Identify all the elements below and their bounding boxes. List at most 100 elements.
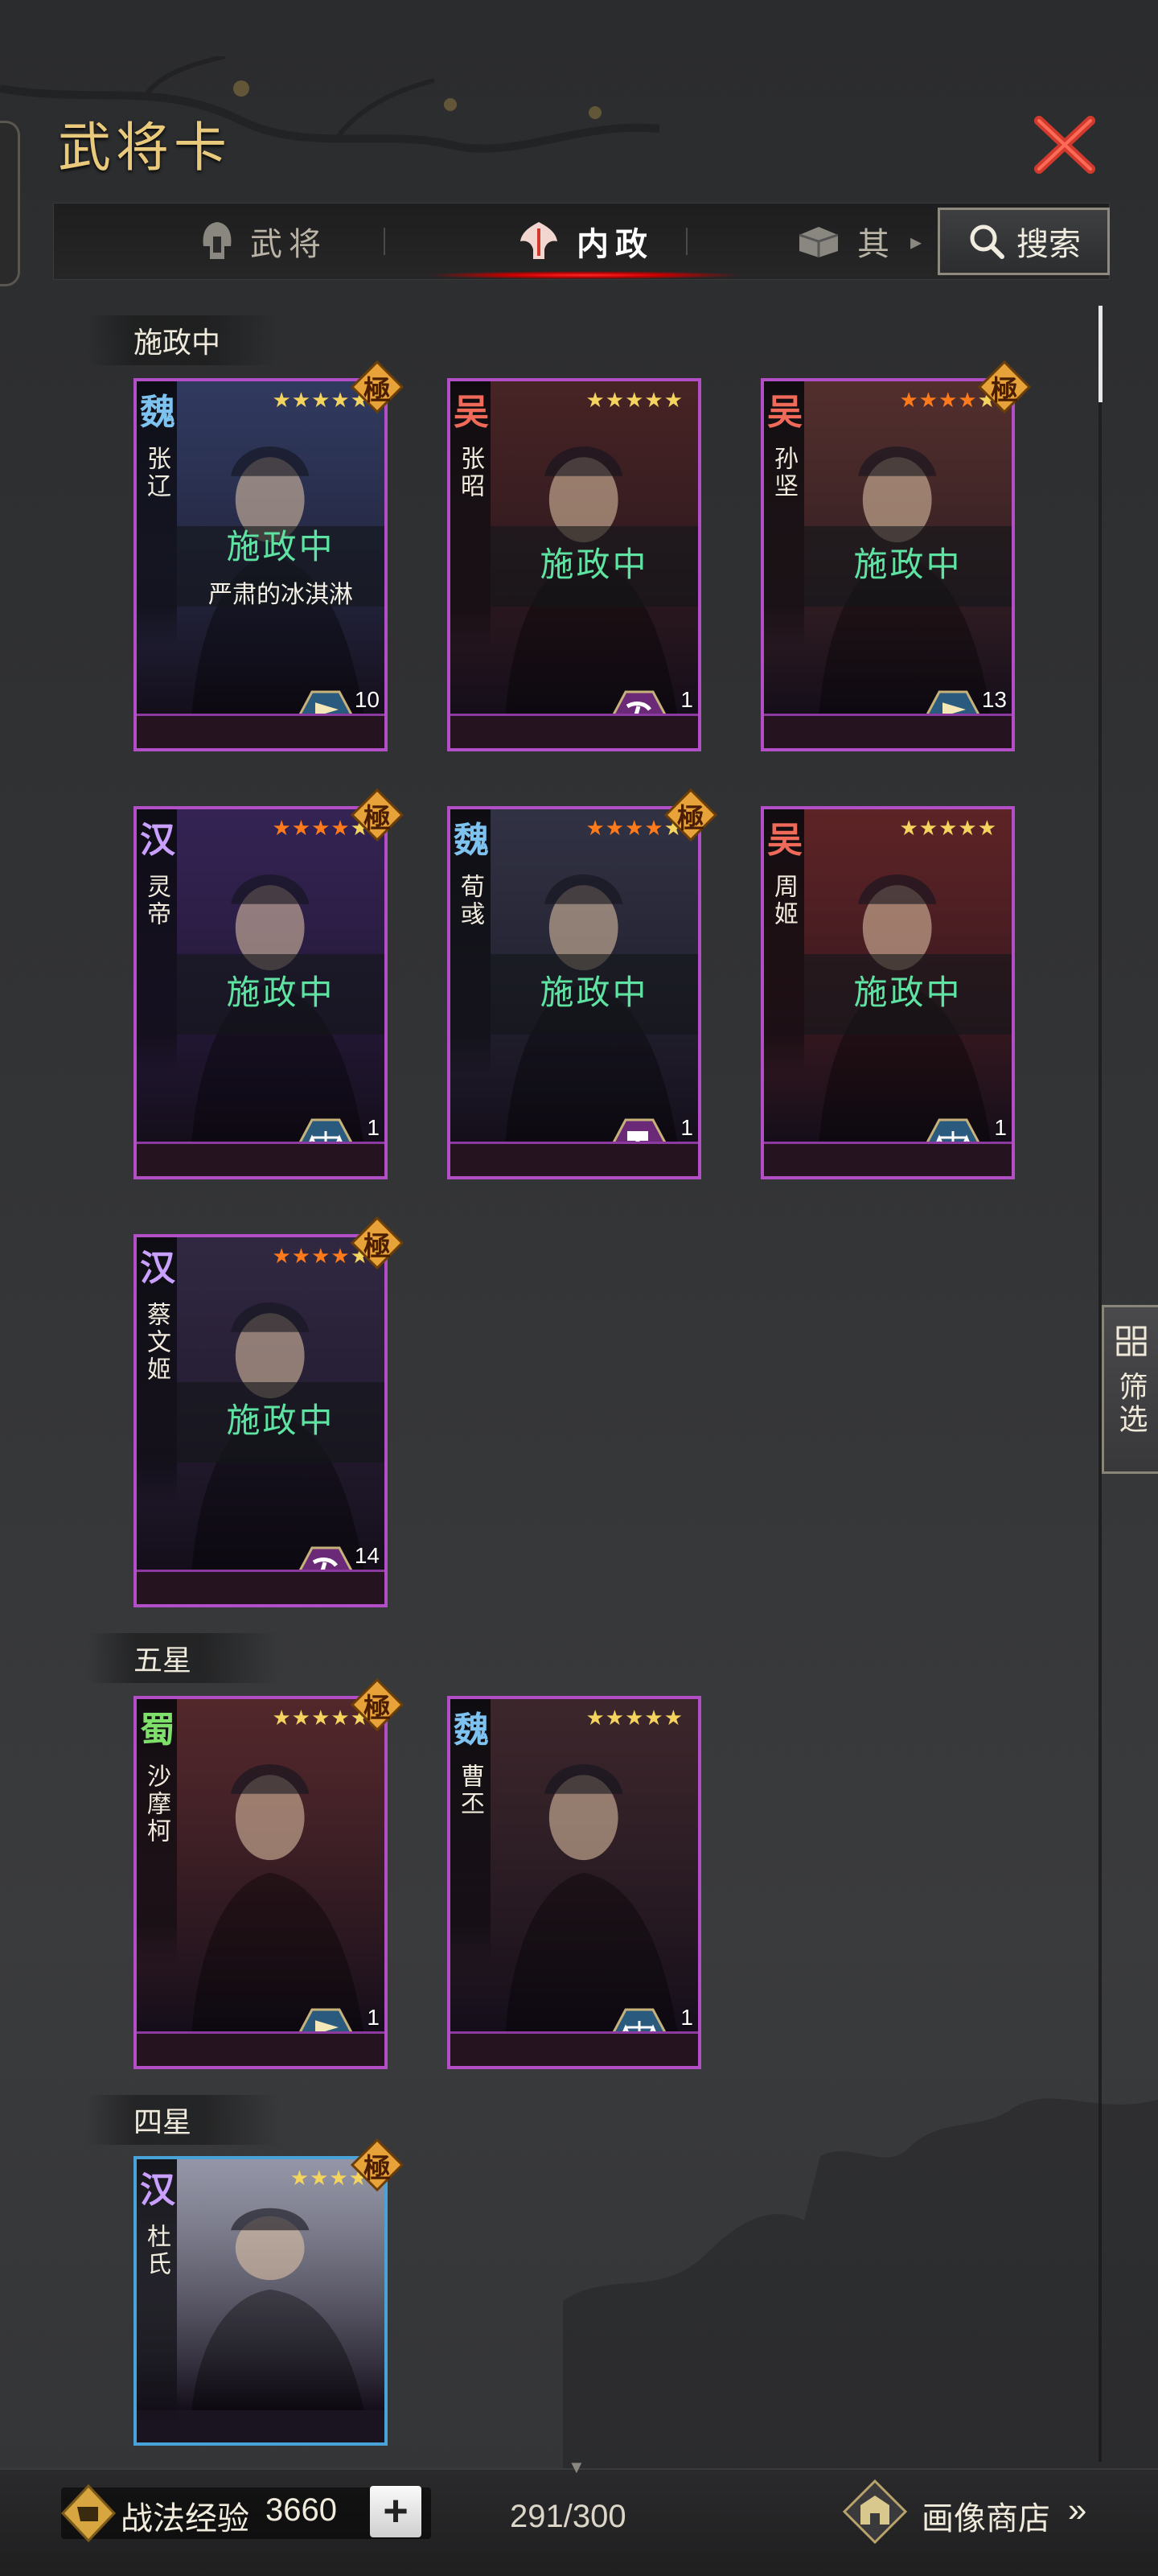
general-name: 张辽 [143, 446, 170, 500]
star-icon: ★ [311, 1244, 331, 1268]
star-icon: ★ [644, 1706, 664, 1730]
exp-label: 战法经验 [121, 2501, 249, 2537]
chevron-down-icon: ▼ [568, 2457, 585, 2477]
star-icon: ★ [272, 816, 292, 840]
general-card[interactable]: 汉杜氏 ★★★★ 極 [133, 2138, 404, 2446]
faction-label: 魏 [454, 1710, 489, 1751]
general-card[interactable]: 蜀沙摩柯 ★★★★★ 極 1 [133, 1677, 404, 2069]
ji-badge-icon: 極 [350, 360, 404, 414]
star-icon: ★ [310, 2166, 330, 2190]
grid-icon [1116, 1326, 1146, 1356]
star-icon: ★ [329, 2166, 349, 2190]
faction-label: 蜀 [140, 1710, 175, 1751]
star-icon: ★ [605, 816, 626, 840]
general-name: 杜氏 [143, 2224, 170, 2278]
star-icon: ★ [272, 1706, 292, 1730]
card-footer-bar [764, 714, 1012, 748]
chest-icon [799, 227, 839, 257]
star-icon: ★ [663, 388, 684, 412]
faction-label: 吴 [767, 392, 803, 433]
skill-count: 10 [354, 687, 380, 712]
star-icon: ★ [291, 1706, 312, 1730]
star-icon: ★ [272, 388, 292, 412]
close-x-icon[interactable] [1031, 111, 1098, 179]
card-footer-bar [137, 714, 384, 748]
star-icon: ★ [585, 816, 606, 840]
add-exp-button[interactable]: + [370, 2486, 421, 2537]
general-name: 孙坚 [770, 446, 797, 500]
filter-button[interactable]: 筛选 [1102, 1305, 1158, 1474]
card-footer-bar [450, 2031, 698, 2066]
page-title: 武将卡 [58, 117, 232, 179]
card-footer-bar [764, 1142, 1012, 1176]
status-text: 施政中 [853, 973, 963, 1011]
general-card[interactable]: 吴周姬 ★★★★★ 施政中 1 [761, 806, 1015, 1179]
politics-icon [520, 222, 557, 259]
helmet-icon [203, 222, 232, 259]
scrollbar-thumb[interactable] [1098, 306, 1103, 402]
star-icon: ★ [311, 1706, 331, 1730]
general-card[interactable]: 魏荀彧 ★★★★★ 極施政中 1 [447, 788, 718, 1179]
star-icon: ★ [331, 1706, 351, 1730]
skill-count: 14 [354, 1543, 380, 1568]
fist-icon [60, 2484, 117, 2542]
star-icon: ★ [958, 816, 978, 840]
skill-count: 1 [367, 2005, 380, 2030]
exp-value: 3660 [265, 2492, 337, 2528]
general-card[interactable]: 汉灵帝 ★★★★★ 極施政中 1 [133, 788, 404, 1179]
star-icon: ★ [331, 1244, 351, 1268]
star-icon: ★ [291, 1244, 312, 1268]
tab-label: 其 [856, 227, 896, 262]
general-name: 沙摩柯 [143, 1763, 170, 1846]
star-icon: ★ [938, 816, 959, 840]
star-icon: ★ [899, 388, 919, 412]
faction-label: 吴 [767, 820, 803, 861]
skill-count: 1 [680, 1115, 693, 1140]
tab-label: 内政 [577, 227, 654, 262]
skill-count: 1 [367, 1115, 380, 1140]
section-label-five-star: 五星 [87, 1633, 280, 1683]
portrait-shop-link[interactable]: 画像商店 [922, 2492, 1050, 2539]
card-footer-bar [137, 1570, 384, 1604]
card-count: 291/300 [510, 2499, 626, 2534]
general-name: 周姬 [770, 874, 797, 928]
star-icon: ★ [605, 388, 626, 412]
status-text: 施政中 [540, 545, 649, 583]
tab-label: 武将 [250, 227, 327, 262]
search-button[interactable]: 搜索 [938, 208, 1110, 275]
tab-divider [384, 228, 385, 255]
star-icon: ★ [663, 1706, 684, 1730]
side-tab-edge [0, 121, 20, 286]
section-label-in-office: 施政中 [87, 315, 280, 365]
faction-label: 魏 [454, 820, 489, 861]
status-text: 施政中 [540, 973, 649, 1011]
star-icon: ★ [625, 388, 645, 412]
skill-count: 1 [680, 687, 693, 712]
shop-icon[interactable] [841, 2478, 909, 2545]
tab-politics[interactable]: 内政 [424, 204, 745, 279]
status-text: 施政中 [226, 528, 335, 566]
general-card[interactable]: 魏曹丕 ★★★★★ 1 [447, 1696, 701, 2069]
star-icon: ★ [644, 816, 664, 840]
star-icon: ★ [625, 816, 645, 840]
card-footer-bar [137, 2031, 384, 2066]
general-card[interactable]: 魏张辽 ★★★★★ 極施政中 严肃的冰淇淋 10 [133, 360, 404, 751]
section-label-four-star: 四星 [87, 2095, 280, 2145]
tab-generals[interactable]: 武将 [142, 204, 384, 279]
general-card[interactable]: 汉蔡文姬 ★★★★★ 極施政中 14 [133, 1216, 404, 1607]
general-card[interactable]: 吴张昭 ★★★★★ 施政中 1 [447, 378, 701, 751]
star-icon: ★ [331, 816, 351, 840]
general-card[interactable]: 吴孙坚 ★★★★★ 極施政中 13 [761, 360, 1032, 751]
double-chevron-right-icon[interactable]: » [1068, 2491, 1086, 2529]
star-icon: ★ [918, 388, 939, 412]
general-name: 灵帝 [143, 874, 170, 928]
star-icon: ★ [311, 388, 331, 412]
search-icon [970, 224, 1004, 259]
general-name: 荀彧 [457, 874, 483, 928]
active-tab-indicator [424, 271, 745, 279]
tab-other[interactable]: 其 ▸ [770, 204, 947, 279]
card-footer-bar [450, 1142, 698, 1176]
star-icon: ★ [331, 388, 351, 412]
star-icon: ★ [605, 1706, 626, 1730]
star-icon: ★ [272, 1244, 292, 1268]
